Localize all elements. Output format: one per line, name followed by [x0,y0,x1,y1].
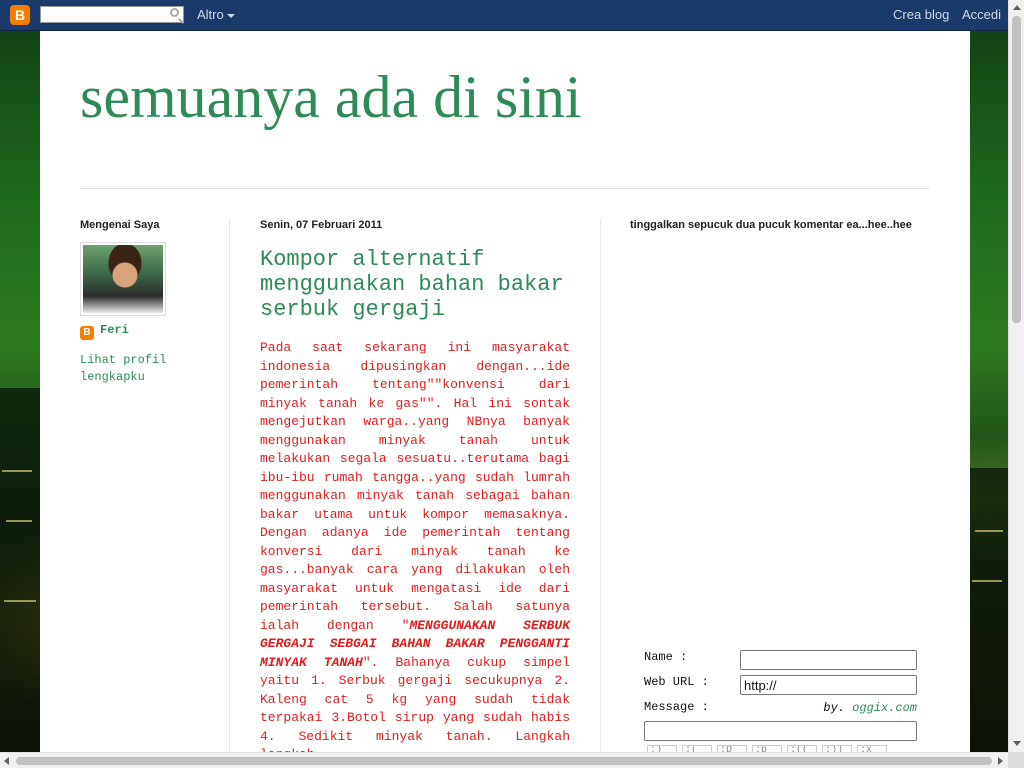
horizontal-scrollbar[interactable] [0,752,1008,768]
post-body-text: Pada saat sekarang ini masyarakat indone… [260,340,570,633]
horizontal-scroll-thumb[interactable] [16,757,992,765]
left-sidebar: Mengenai Saya B Feri Lihat profil lengkap… [80,219,220,384]
scrollbar-corner [1008,752,1024,768]
scroll-up-arrow-icon[interactable] [1013,5,1021,10]
create-blog-link[interactable]: Crea blog [893,7,949,22]
search-icon[interactable] [170,8,179,17]
powered-by: by. oggix.com [823,701,917,715]
blog-container: semuanya ada di sini Mengenai Saya B Feri… [40,31,970,768]
caret-down-icon [226,13,235,18]
blogger-profile-icon: B [80,326,94,340]
header-divider [80,188,930,189]
scroll-down-arrow-icon[interactable] [1013,741,1021,746]
post-body-continued: ". Bahanya cukup simpel yaitu 1. Serbuk … [260,654,570,763]
view-full-profile-link[interactable]: Lihat profil lengkapku [80,352,220,386]
blogger-navbar: B Altro Crea blog Accedi [0,0,1024,31]
web-url-field[interactable] [740,675,917,695]
column-divider-right [600,219,601,768]
post-date: Senin, 07 Februari 2011 [260,219,383,231]
comment-box-heading: tinggalkan sepucuk dua pucuk komentar ea… [630,219,912,231]
powered-by-prefix: by. [823,701,845,715]
main-post-column: Senin, 07 Februari 2011 Kompor alternati… [260,219,570,762]
about-me-heading: Mengenai Saya [80,219,160,231]
scroll-left-arrow-icon[interactable] [4,757,9,765]
sign-in-link[interactable]: Accedi [962,7,1001,22]
name-label: Name : [644,650,688,664]
web-url-label: Web URL : [644,675,709,689]
blog-search-input[interactable] [40,6,184,23]
post-title[interactable]: Kompor alternatif menggunakan bahan baka… [260,247,570,322]
more-menu-label: Altro [197,7,224,22]
vertical-scroll-thumb[interactable] [1012,16,1021,323]
scroll-right-arrow-icon[interactable] [998,757,1003,765]
right-sidebar: tinggalkan sepucuk dua pucuk komentar ea… [630,219,930,231]
profile-photo[interactable] [80,242,166,316]
profile-name: Feri [100,323,129,337]
message-label: Message : [644,700,709,714]
more-menu-button[interactable]: Altro [197,7,235,22]
oggix-link[interactable]: oggix.com [852,701,917,715]
post-body: Pada saat sekarang ini masyarakat indone… [260,339,570,765]
name-field[interactable] [740,650,917,670]
profile-name-link[interactable]: B Feri [80,323,129,340]
profile-image [83,245,163,313]
blogger-logo-icon[interactable]: B [10,5,30,25]
vertical-scrollbar[interactable] [1008,0,1024,752]
message-field[interactable] [644,721,917,741]
column-divider-left [229,219,230,768]
blog-title[interactable]: semuanya ada di sini [80,63,582,132]
